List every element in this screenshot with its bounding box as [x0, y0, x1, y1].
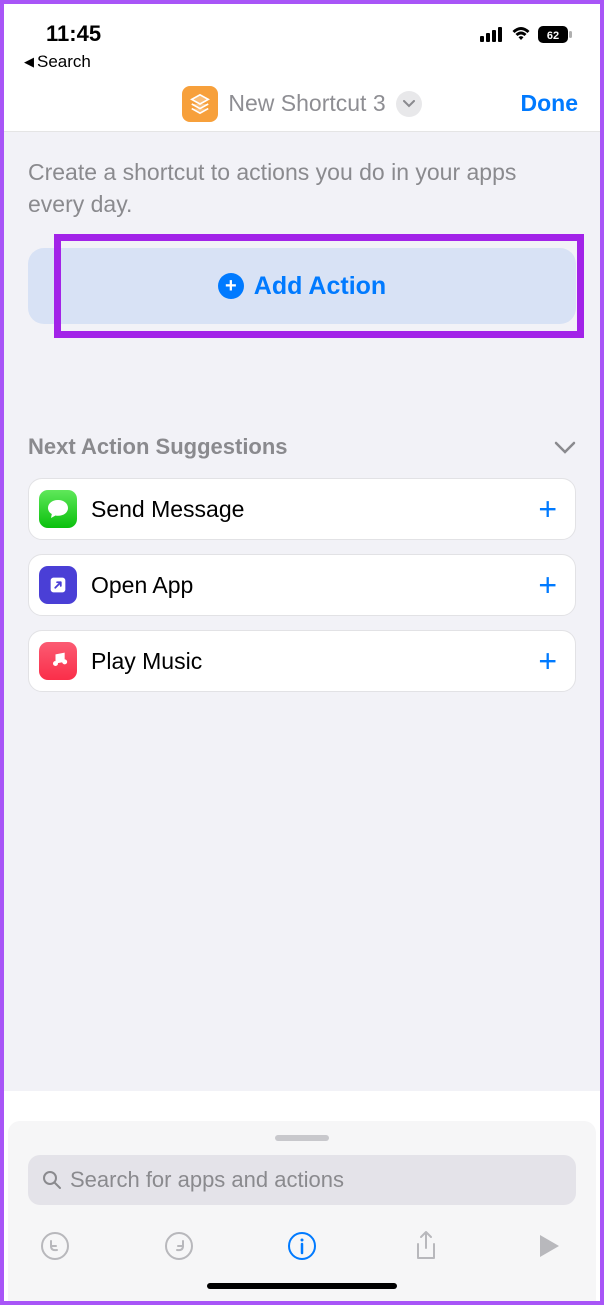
suggestion-label: Play Music — [91, 648, 524, 675]
time: 11:45 — [46, 21, 101, 47]
done-button[interactable]: Done — [521, 90, 579, 117]
content-area: Create a shortcut to actions you do in y… — [4, 132, 600, 1091]
search-bar[interactable] — [28, 1155, 576, 1205]
undo-button[interactable] — [38, 1229, 72, 1263]
add-action-label: Add Action — [254, 272, 386, 301]
cellular-icon — [480, 26, 504, 42]
expand-chevron-icon[interactable] — [396, 91, 422, 117]
bottom-panel — [8, 1121, 596, 1301]
add-action-button[interactable]: + Add Action — [28, 248, 576, 324]
status-bar: 11:45 62 — [4, 4, 600, 50]
suggestion-item-send-message[interactable]: Send Message + — [28, 478, 576, 540]
search-input[interactable] — [70, 1167, 562, 1193]
shortcut-title: New Shortcut 3 — [228, 90, 385, 117]
plus-circle-icon: + — [218, 273, 244, 299]
add-action-container: + Add Action — [28, 248, 576, 324]
search-icon — [42, 1170, 62, 1190]
header: New Shortcut 3 Done — [4, 76, 600, 132]
toolbar — [28, 1229, 576, 1263]
status-indicators: 62 — [480, 26, 572, 43]
svg-text:62: 62 — [547, 30, 559, 42]
suggestion-label: Open App — [91, 572, 524, 599]
add-icon[interactable]: + — [538, 567, 557, 604]
suggestions-title: Next Action Suggestions — [28, 434, 288, 460]
messages-app-icon — [39, 490, 77, 528]
redo-button[interactable] — [162, 1229, 196, 1263]
suggestion-item-open-app[interactable]: Open App + — [28, 554, 576, 616]
header-title-area[interactable]: New Shortcut 3 — [182, 86, 421, 122]
back-arrow-icon: ◀ — [24, 54, 34, 70]
suggestion-item-play-music[interactable]: Play Music + — [28, 630, 576, 692]
chevron-down-icon — [554, 441, 576, 454]
drag-handle[interactable] — [275, 1135, 329, 1141]
suggestions-header[interactable]: Next Action Suggestions — [28, 434, 576, 460]
suggestion-label: Send Message — [91, 496, 524, 523]
share-button[interactable] — [409, 1229, 443, 1263]
wifi-icon — [510, 26, 532, 42]
add-icon[interactable]: + — [538, 643, 557, 680]
info-button[interactable] — [285, 1229, 319, 1263]
add-icon[interactable]: + — [538, 491, 557, 528]
back-label: Search — [37, 52, 91, 72]
music-app-icon — [39, 642, 77, 680]
back-nav[interactable]: ◀ Search — [4, 50, 600, 76]
play-button[interactable] — [532, 1229, 566, 1263]
shortcut-app-icon — [182, 86, 218, 122]
intro-text: Create a shortcut to actions you do in y… — [28, 156, 576, 220]
shortcuts-app-icon — [39, 566, 77, 604]
home-indicator[interactable] — [207, 1283, 397, 1289]
battery-icon: 62 — [538, 26, 572, 43]
